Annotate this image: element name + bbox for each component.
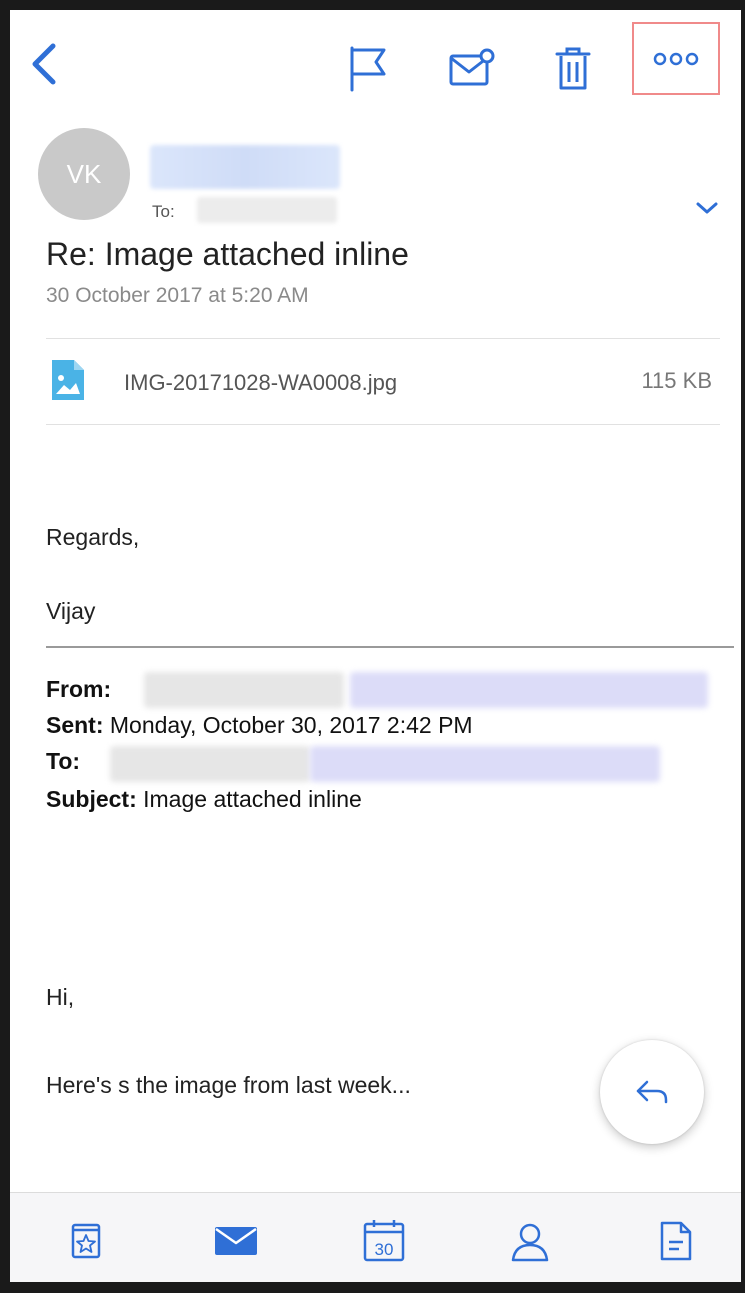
mark-unread-icon [449,48,495,86]
quote-separator [46,646,734,648]
back-icon [32,43,56,85]
contacts-icon [511,1223,549,1262]
top-toolbar [10,10,741,110]
more-options-button[interactable] [632,22,720,95]
quoted-from-label: From: [46,676,112,702]
mail-icon [215,1227,257,1255]
recipient-redacted [197,197,337,223]
divider [46,338,720,339]
favorites-icon [71,1223,101,1259]
quoted-sent-label: Sent: [46,712,104,738]
email-screen: VK To: Re: Image attached inline 30 Octo… [10,10,741,1282]
quoted-to-line: To: [46,748,80,775]
quoted-subject-line: Subject: Image attached inline [46,786,362,813]
flag-button[interactable] [340,40,396,96]
sender-avatar[interactable]: VK [38,128,130,220]
tab-mail[interactable] [208,1215,264,1267]
to-email-redacted [310,746,660,782]
chevron-down-icon [696,202,718,214]
calendar-icon: 30 [363,1220,405,1262]
to-name-redacted [110,746,310,782]
back-button[interactable] [24,36,64,92]
to-label: To: [152,202,175,221]
closing-text: Regards, [46,524,140,550]
mark-unread-button[interactable] [442,40,502,96]
email-date: 30 October 2017 at 5:20 AM [46,284,309,307]
signature-text: Vijay [46,598,96,624]
flag-icon [350,46,386,92]
tab-calendar[interactable]: 30 [356,1215,412,1267]
files-icon [660,1221,692,1261]
tab-contacts[interactable] [502,1215,558,1267]
image-file-icon [50,358,86,402]
divider [46,424,720,425]
tab-favorites[interactable] [58,1215,114,1267]
trash-icon [555,47,591,90]
attachment-row[interactable]: IMG-20171028-WA0008.jpg 115 KB [46,340,720,424]
greeting-text: Hi, [46,984,75,1010]
delete-button[interactable] [545,40,601,96]
avatar-initials: VK [66,158,102,189]
calendar-day-text: 30 [375,1240,394,1259]
from-name-redacted [144,672,344,708]
attachment-file-name: IMG-20171028-WA0008.jpg [124,370,398,395]
quoted-from-line: From: [46,676,111,703]
quoted-subject-label: Subject: [46,786,137,812]
quoted-sent-value: Monday, October 30, 2017 2:42 PM [103,712,473,738]
more-icon [653,52,699,65]
reply-icon [636,1080,668,1104]
email-subject: Re: Image attached inline [46,236,409,272]
message-text: Here's s the image from last week... [46,1072,411,1098]
reply-button[interactable] [600,1040,704,1144]
from-email-redacted [350,672,708,708]
quoted-sent-line: Sent: Monday, October 30, 2017 2:42 PM [46,712,473,739]
attachment-file-size: 115 KB [641,368,712,393]
quoted-to-label: To: [46,748,81,774]
quoted-subject-value: Image attached inline [136,786,362,812]
sender-name-redacted [150,145,340,189]
tab-files[interactable] [648,1215,704,1267]
expand-details-button[interactable] [692,196,722,220]
bottom-tab-bar: 30 [10,1192,741,1282]
